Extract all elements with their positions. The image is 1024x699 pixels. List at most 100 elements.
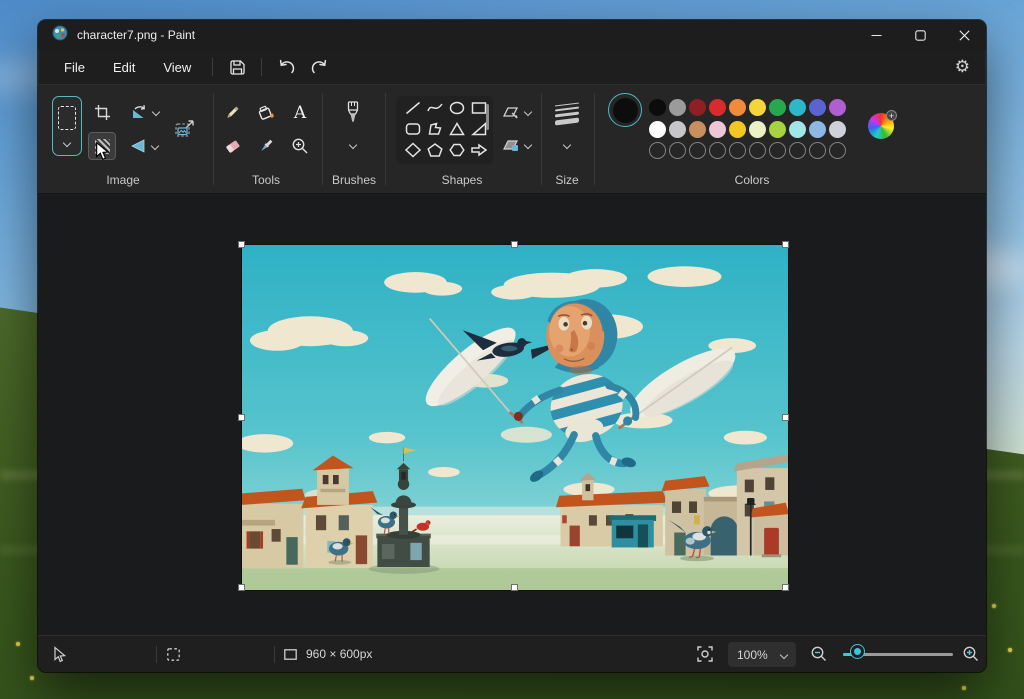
shapes-scrollbar[interactable]	[486, 104, 489, 130]
selection-handle-bottom-middle[interactable]	[511, 584, 518, 591]
workspace	[38, 194, 986, 635]
color-swatch[interactable]	[809, 121, 826, 138]
flower	[16, 642, 20, 646]
color-swatch[interactable]	[769, 99, 786, 116]
close-button[interactable]	[942, 20, 986, 50]
toolbar-divider	[213, 93, 214, 185]
color-swatch[interactable]	[809, 99, 826, 116]
color-swatch[interactable]	[689, 99, 706, 116]
palette-row-custom	[649, 142, 846, 159]
custom-color-slot[interactable]	[649, 142, 666, 159]
color-swatch[interactable]	[729, 99, 746, 116]
color-swatch[interactable]	[649, 99, 666, 116]
fill-with-color-button[interactable]	[252, 99, 280, 127]
selection-handle-top-left[interactable]	[238, 241, 245, 248]
shape-triangle[interactable]	[448, 121, 466, 142]
size-button[interactable]	[549, 99, 585, 129]
color-swatch[interactable]	[729, 121, 746, 138]
shape-right-triangle[interactable]	[470, 121, 488, 142]
zoom-in-button[interactable]	[962, 636, 980, 672]
group-label-size: Size	[537, 173, 597, 187]
minimize-button[interactable]	[854, 20, 898, 50]
zoom-slider[interactable]	[843, 653, 953, 656]
selection-handle-bottom-right[interactable]	[782, 584, 789, 591]
selection-handle-middle-left[interactable]	[238, 414, 245, 421]
cursor-position-icon	[52, 636, 66, 672]
color-swatch[interactable]	[789, 121, 806, 138]
canvas-size-indicator: 960 × 600px	[283, 636, 372, 672]
shape-rounded-rectangle[interactable]	[404, 121, 422, 142]
select-tool-button[interactable]	[52, 96, 82, 156]
color-picker-button[interactable]	[252, 132, 280, 160]
menu-edit[interactable]: Edit	[99, 55, 149, 80]
selection-handle-top-middle[interactable]	[511, 241, 518, 248]
canvas[interactable]	[242, 245, 788, 590]
canvas-size-text: 960 × 600px	[306, 647, 372, 661]
shape-curve[interactable]	[426, 100, 444, 121]
color-swatch[interactable]	[709, 121, 726, 138]
color-swatch[interactable]	[669, 99, 686, 116]
shape-arrow[interactable]	[470, 142, 488, 163]
color-swatch[interactable]	[749, 99, 766, 116]
color-swatch[interactable]	[669, 121, 686, 138]
shape-oval[interactable]	[448, 100, 466, 121]
custom-color-slot[interactable]	[709, 142, 726, 159]
menu-file[interactable]: File	[50, 55, 99, 80]
chevron-down-icon	[524, 141, 532, 149]
pencil-button[interactable]	[218, 99, 246, 127]
color-swatch[interactable]	[649, 121, 666, 138]
shape-diamond[interactable]	[404, 142, 422, 163]
brushes-button[interactable]	[338, 96, 368, 130]
edit-colors-button[interactable]: +	[868, 113, 894, 139]
flip-button[interactable]	[124, 132, 164, 160]
maximize-button[interactable]	[898, 20, 942, 50]
custom-color-slot[interactable]	[669, 142, 686, 159]
custom-color-slot[interactable]	[809, 142, 826, 159]
shape-line[interactable]	[404, 100, 422, 121]
rotate-button[interactable]	[124, 98, 164, 126]
menu-view[interactable]: View	[149, 55, 205, 80]
custom-color-slot[interactable]	[829, 142, 846, 159]
undo-icon[interactable]	[269, 54, 303, 80]
crop-button[interactable]	[88, 98, 116, 126]
color-swatch[interactable]	[769, 121, 786, 138]
selection-handle-middle-right[interactable]	[782, 414, 789, 421]
menubar: File Edit View ⚙	[38, 50, 986, 84]
color-swatch[interactable]	[689, 121, 706, 138]
color-swatch[interactable]	[709, 99, 726, 116]
selection-handle-bottom-left[interactable]	[238, 584, 245, 591]
fit-to-window-button[interactable]	[696, 636, 714, 672]
custom-color-slot[interactable]	[769, 142, 786, 159]
zoom-slider-thumb[interactable]	[851, 645, 864, 658]
zoom-level-dropdown[interactable]: 100%	[728, 642, 796, 667]
custom-color-slot[interactable]	[689, 142, 706, 159]
toolbar-divider	[385, 93, 386, 185]
magnifier-button[interactable]	[286, 132, 314, 160]
custom-color-slot[interactable]	[789, 142, 806, 159]
color-swatch[interactable]	[749, 121, 766, 138]
shape-pentagon[interactable]	[426, 142, 444, 163]
custom-color-slot[interactable]	[749, 142, 766, 159]
titlebar: character7.png - Paint	[38, 20, 986, 50]
save-icon[interactable]	[220, 54, 254, 80]
resize-button[interactable]	[168, 114, 200, 144]
color1-swatch[interactable]	[608, 93, 642, 127]
shape-hexagon[interactable]	[448, 142, 466, 163]
color-swatch[interactable]	[829, 121, 846, 138]
eraser-button[interactable]	[218, 132, 246, 160]
toolbar-divider	[322, 93, 323, 185]
shape-outline-button[interactable]	[496, 99, 536, 125]
zoom-out-button[interactable]	[810, 636, 828, 672]
color-swatch[interactable]	[829, 99, 846, 116]
shape-fill-button[interactable]	[496, 132, 536, 158]
color-swatch[interactable]	[789, 99, 806, 116]
selection-handle-top-right[interactable]	[782, 241, 789, 248]
text-tool-button[interactable]: A	[286, 99, 314, 127]
gear-icon[interactable]: ⚙	[955, 57, 970, 77]
custom-color-slot[interactable]	[729, 142, 746, 159]
shape-polygon[interactable]	[426, 121, 444, 142]
shape-rectangle[interactable]	[470, 100, 488, 121]
redo-icon[interactable]	[303, 54, 337, 80]
flower	[1008, 648, 1012, 652]
toolbar-divider	[594, 93, 595, 185]
